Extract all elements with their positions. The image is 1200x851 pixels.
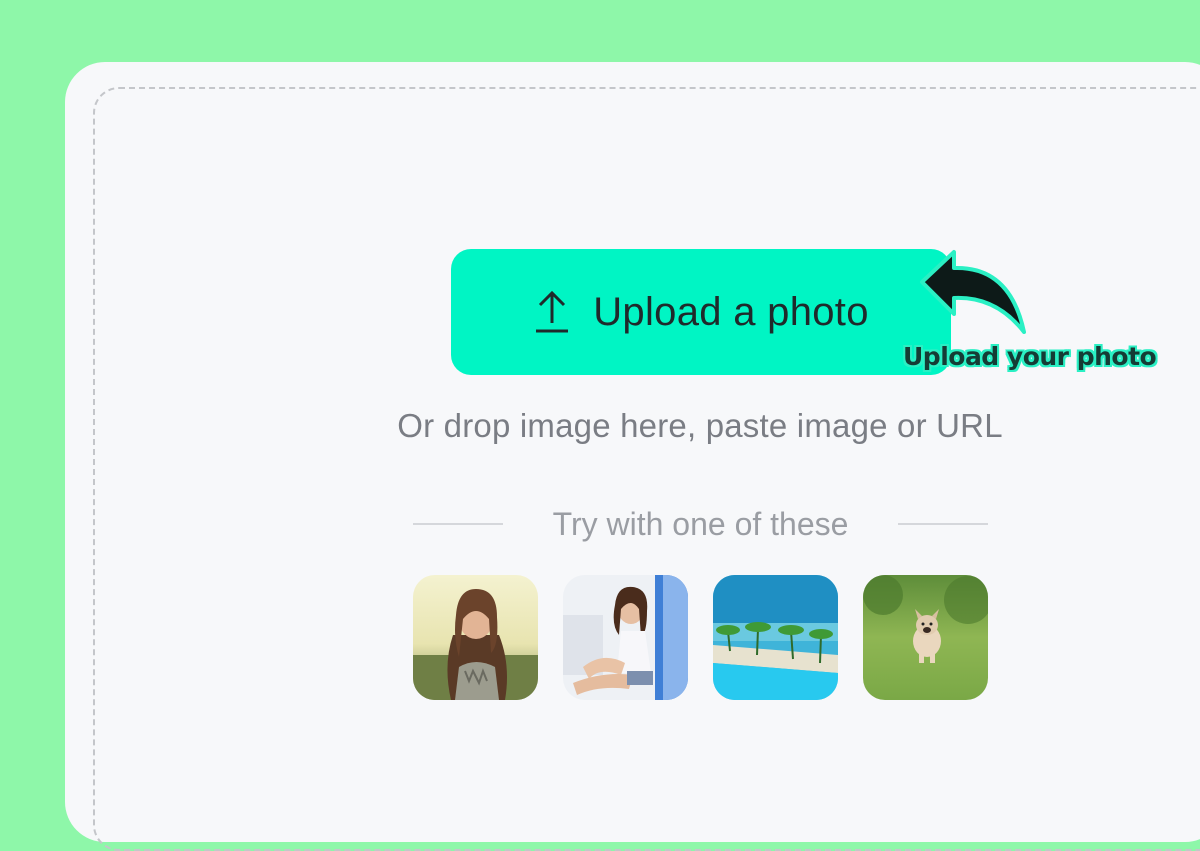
sample-dog-grass[interactable] <box>863 575 988 700</box>
divider-right <box>898 523 988 525</box>
sample-beach-pool[interactable] <box>713 575 838 700</box>
drop-hint-text: Or drop image here, paste image or URL <box>397 407 1003 444</box>
sample-images <box>413 575 988 700</box>
divider-left <box>413 523 503 525</box>
upload-hint-annotation: Upload your photo <box>903 342 1157 371</box>
upload-card: Upload a photo Or drop image here, paste… <box>65 62 1200 851</box>
curved-arrow-icon <box>918 248 1033 343</box>
sample-woman-field[interactable] <box>413 575 538 700</box>
try-samples-label: Try with one of these <box>552 505 849 542</box>
upload-button-label: Upload a photo <box>593 289 869 334</box>
try-samples-heading: Try with one of these <box>413 499 988 549</box>
drop-zone[interactable]: Upload a photo Or drop image here, paste… <box>93 87 1200 851</box>
sample-woman-sitting[interactable] <box>563 575 688 700</box>
upload-icon <box>533 289 571 335</box>
upload-photo-button[interactable]: Upload a photo <box>451 249 951 375</box>
